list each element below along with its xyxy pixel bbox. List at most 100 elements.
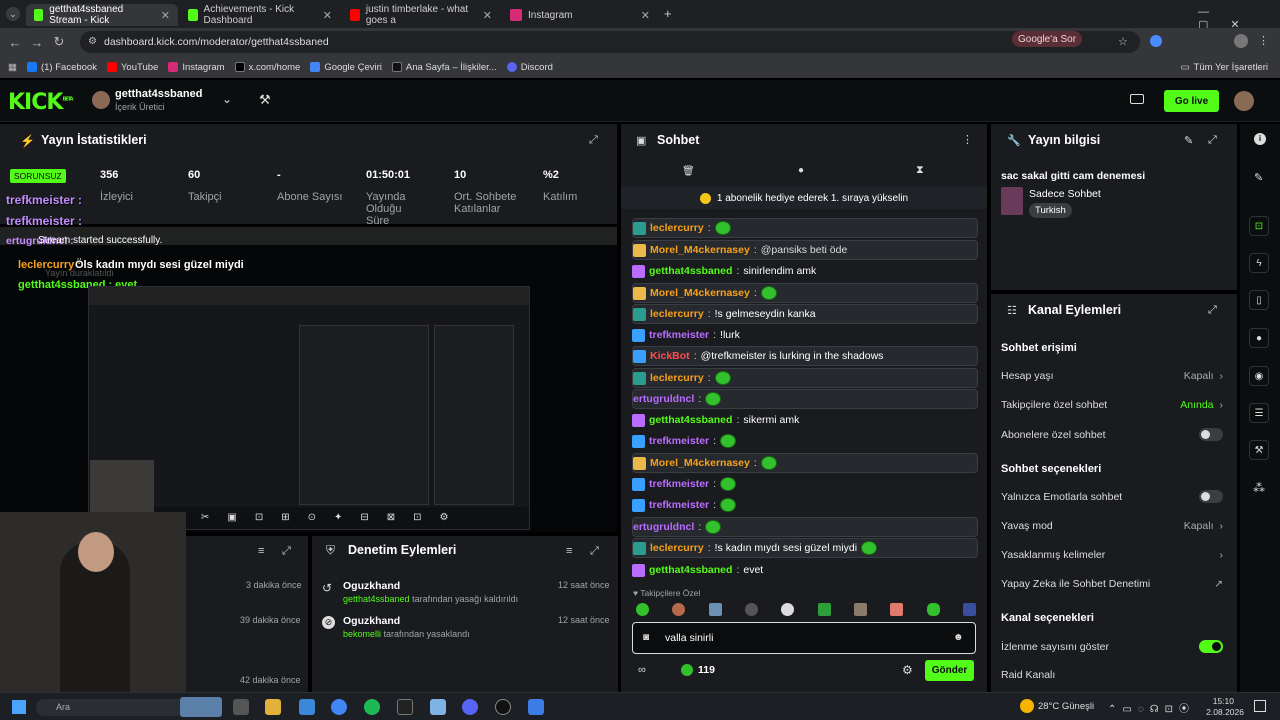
subscribers-only-toggle[interactable]	[1199, 428, 1223, 441]
menu-dots-icon[interactable]: ⋮	[1258, 34, 1269, 47]
emote-only-toggle[interactable]	[1199, 490, 1223, 503]
row-followers-only[interactable]: Takipçilere özel sohbet Anında ›	[1001, 399, 1223, 411]
info-icon[interactable]: i	[1254, 133, 1266, 145]
chat-username[interactable]: leclercurry	[650, 222, 704, 234]
close-icon[interactable]: ✕	[641, 9, 650, 22]
popout-icon[interactable]: ⤢	[282, 545, 291, 558]
taskbar-search[interactable]: Ara	[36, 699, 186, 716]
chat-mode-icon[interactable]: ●	[798, 165, 804, 176]
chat-username[interactable]: Morel_M4ckernasey	[650, 457, 750, 469]
chat-message[interactable]: getthat4ssbaned: sinirlendim amk	[632, 261, 978, 281]
rail-bolt-icon[interactable]: ϟ	[1249, 253, 1269, 273]
site-info-icon[interactable]: ⚙	[88, 36, 97, 47]
bookmark-star-icon[interactable]: ☆	[1118, 35, 1128, 48]
chat-message[interactable]: trefkmeister:	[632, 474, 978, 494]
edit-icon[interactable]: ✎	[1184, 134, 1193, 147]
bookmark-youtube[interactable]: YouTube	[106, 62, 158, 73]
popout-icon[interactable]: ⤢	[1208, 304, 1217, 317]
widget-image[interactable]	[180, 697, 222, 717]
bookmark-translate[interactable]: Google Çeviri	[310, 62, 382, 73]
chat-message[interactable]: getthat4ssbaned: evet	[632, 560, 978, 580]
hammer-icon[interactable]: ⚒	[259, 92, 271, 108]
pinned-banner[interactable]: 1 abonelik hediye ederek 1. sıraya yükse…	[621, 187, 987, 209]
apps-grid-icon[interactable]: ▦	[8, 62, 17, 73]
url-field[interactable]: ⚙ dashboard.kick.com/moderator/getthat4s…	[80, 31, 1140, 53]
weather-icon[interactable]	[1020, 699, 1034, 713]
trash-icon[interactable]: 🗑	[682, 166, 695, 177]
tab-kick-stream[interactable]: getthat4ssbaned Stream - Kick ✕	[26, 4, 178, 26]
chat-message[interactable]: leclercurry: !s gelmeseydin kanka	[632, 304, 978, 324]
chrome-icon[interactable]	[331, 699, 347, 715]
rail-chat-icon[interactable]: ●	[1249, 328, 1269, 348]
user-avatar[interactable]	[1234, 91, 1254, 111]
row-account-age[interactable]: Hesap yaşı Kapalı ›	[1001, 370, 1223, 382]
chat-message[interactable]: Morel_M4ckernasey:	[632, 453, 978, 473]
badge-icon[interactable]: ◙	[643, 632, 649, 643]
popout-icon[interactable]: ⤢	[590, 545, 599, 558]
close-icon[interactable]: ✕	[323, 9, 332, 22]
filter-icon[interactable]: ≡	[566, 545, 572, 557]
row-subscribers-only[interactable]: Abonelere özel sohbet	[1001, 428, 1223, 441]
go-live-button[interactable]: Go live	[1164, 90, 1219, 112]
rail-broadcast-icon[interactable]: ◉	[1249, 366, 1269, 386]
chat-message[interactable]: ertugruldncl:	[632, 517, 978, 537]
task-view-icon[interactable]	[233, 699, 249, 715]
settings-gear-icon[interactable]: ⚙	[902, 663, 913, 677]
chat-message[interactable]: leclercurry: !s kadın mıydı sesi güzel mi…	[632, 538, 978, 558]
chevron-down-icon[interactable]: ⌄	[222, 92, 232, 106]
emote-icon[interactable]	[781, 603, 795, 616]
hourglass-icon[interactable]: ⧗	[916, 164, 924, 177]
emote-icon[interactable]	[962, 603, 976, 616]
chat-username[interactable]: getthat4ssbaned	[649, 564, 732, 576]
bookmark-instagram[interactable]: Instagram	[168, 62, 225, 73]
back-icon[interactable]: ←	[4, 35, 26, 50]
chat-username[interactable]: trefkmeister	[649, 435, 709, 447]
mod-actor[interactable]: bekomelli	[343, 629, 381, 639]
chat-username[interactable]: ertugruldncl	[633, 521, 694, 533]
mod-user[interactable]: Oguzkhand	[343, 580, 400, 592]
tab-search-icon[interactable]: ⌄	[6, 7, 20, 21]
bookmark-ana-sayfa[interactable]: Ana Sayfa – İlişkiler...	[391, 62, 497, 73]
emote-icon[interactable]	[853, 603, 867, 616]
chat-username[interactable]: getthat4ssbaned	[649, 414, 732, 426]
notification-icon[interactable]	[1254, 700, 1266, 712]
chat-message[interactable]: leclercurry:	[632, 218, 978, 238]
send-button[interactable]: Gönder	[925, 660, 974, 681]
google-sor-button[interactable]: Google'a Sor	[1012, 31, 1083, 47]
chat-message[interactable]: trefkmeister:	[632, 431, 978, 451]
close-icon[interactable]: ✕	[161, 9, 170, 22]
chat-message[interactable]: Morel_M4ckernasey:	[632, 283, 978, 303]
channel-avatar[interactable]	[92, 91, 110, 109]
chat-message[interactable]: leclercurry:	[632, 368, 978, 388]
chat-username[interactable]: KickBot	[650, 350, 690, 362]
infinity-icon[interactable]: ∞	[638, 664, 646, 676]
bookmark-facebook[interactable]: (1) Facebook	[26, 62, 97, 73]
rail-wrench-icon[interactable]: ⚒	[1249, 440, 1269, 460]
chat-username[interactable]: Morel_M4ckernasey	[650, 244, 750, 256]
chat-message[interactable]: KickBot: @trefkmeister is lurking in the …	[632, 346, 978, 366]
tab-achievements[interactable]: Achievements - Kick Dashboard ✕	[180, 4, 340, 26]
app-icon[interactable]	[430, 699, 446, 715]
chat-input[interactable]: ◙ valla sinirli ☻	[632, 622, 976, 654]
emote-icon[interactable]	[817, 603, 831, 616]
explorer-icon[interactable]	[265, 699, 281, 715]
emote-icon[interactable]	[926, 603, 940, 616]
popout-icon[interactable]: ⤢	[589, 134, 598, 147]
chat-username[interactable]: trefkmeister	[649, 499, 709, 511]
show-viewcount-toggle[interactable]	[1199, 640, 1223, 653]
pencil-icon[interactable]: ✎	[1254, 171, 1263, 184]
kick-logo[interactable]: KICKBETA	[8, 90, 74, 115]
row-ai-moderation[interactable]: Yapay Zeka ile Sohbet Denetimi ↗	[1001, 578, 1223, 590]
chat-username[interactable]: ertugruldncl	[633, 393, 694, 405]
chat-username[interactable]: leclercurry	[650, 308, 704, 320]
bookmark-discord[interactable]: Discord	[506, 62, 553, 73]
rail-people-icon[interactable]: ⁂	[1253, 481, 1265, 495]
row-show-viewcount[interactable]: İzlenme sayısını göster	[1001, 640, 1223, 653]
chat-message[interactable]: ertugruldncl:	[632, 389, 978, 409]
emote-icon[interactable]	[744, 603, 758, 616]
filter-icon[interactable]: ≡	[258, 545, 264, 557]
rail-fullscreen-icon[interactable]: ⊡	[1249, 216, 1269, 236]
app-icon[interactable]	[299, 699, 315, 715]
row-emote-only[interactable]: Yalnızca Emotlarla sohbet	[1001, 490, 1223, 503]
weather-text[interactable]: 28°C Güneşli	[1038, 701, 1094, 712]
